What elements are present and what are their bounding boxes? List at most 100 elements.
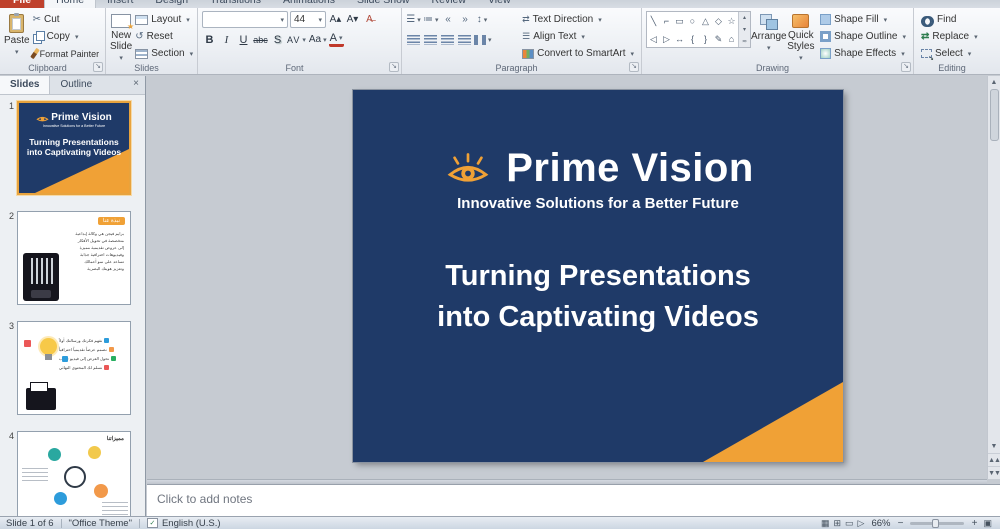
- convert-to-smartart-button[interactable]: Convert to SmartArt: [519, 45, 637, 62]
- shape-double-arrow-icon[interactable]: ↔: [673, 30, 686, 48]
- tab-file[interactable]: File: [0, 0, 45, 8]
- reset-button[interactable]: ↺ Reset: [132, 28, 196, 45]
- decrease-indent-button[interactable]: «: [441, 11, 456, 28]
- increase-indent-button[interactable]: »: [458, 11, 473, 28]
- format-painter-button[interactable]: Format Painter: [29, 45, 103, 62]
- reading-view-button[interactable]: ▭: [845, 518, 854, 529]
- slide-thumbnail-4[interactable]: 4 مميزاتنا: [0, 431, 145, 516]
- font-color-button[interactable]: A: [328, 32, 344, 47]
- previous-slide-button[interactable]: ▲▲: [988, 453, 1000, 466]
- vertical-scrollbar[interactable]: ▲ ▼ ▲▲ ▼▼: [987, 76, 1000, 479]
- tab-slides-thumbnails[interactable]: Slides: [0, 76, 51, 94]
- shape-triangle-icon[interactable]: △: [699, 12, 712, 30]
- zoom-out-button[interactable]: −: [895, 518, 905, 529]
- shapes-gallery[interactable]: ╲ ⌐ ▭ ○ △ ◇ ☆ ◁ ▷ ↔ { } ✎ ⌂ ▴ ▾ ≂: [646, 11, 751, 48]
- thumbnail-slide-1[interactable]: Prime Vision Innovative Solutions for a …: [17, 101, 131, 195]
- shape-rectangle-icon[interactable]: ▭: [673, 12, 686, 30]
- shape-brace-left-icon[interactable]: {: [686, 30, 699, 48]
- drawing-dialog-launcher[interactable]: ↘: [901, 62, 911, 72]
- shape-outline-button[interactable]: Shape Outline: [817, 28, 909, 45]
- close-panel-button[interactable]: ×: [127, 76, 145, 94]
- shape-arrow-left-icon[interactable]: ◁: [647, 30, 660, 48]
- slide-thumbnail-2[interactable]: 2 نبذة عنا برايم فيجن هي وكالة إبداعية م…: [0, 211, 145, 305]
- font-name-combo[interactable]: ▾: [202, 11, 288, 28]
- grow-font-button[interactable]: A▴: [328, 11, 343, 28]
- paragraph-dialog-launcher[interactable]: ↘: [629, 62, 639, 72]
- tab-animations[interactable]: Animations: [272, 0, 346, 8]
- arrange-button[interactable]: Arrange: [751, 11, 787, 64]
- tab-insert[interactable]: Insert: [96, 0, 144, 8]
- layout-button[interactable]: Layout: [132, 11, 196, 28]
- tab-view[interactable]: View: [477, 0, 522, 8]
- slide-title[interactable]: Turning Presentations into Captivating V…: [437, 256, 759, 338]
- tab-review[interactable]: Review: [421, 0, 477, 8]
- bullets-button[interactable]: ☰: [406, 11, 421, 28]
- character-spacing-button[interactable]: AV: [287, 31, 307, 48]
- bold-button[interactable]: B: [202, 31, 217, 48]
- justify-button[interactable]: [457, 31, 472, 48]
- shape-diamond-icon[interactable]: ◇: [712, 12, 725, 30]
- notes-pane[interactable]: Click to add notes: [147, 484, 1000, 516]
- shape-fill-button[interactable]: Shape Fill: [817, 11, 909, 28]
- fit-to-window-button[interactable]: ▣: [983, 518, 992, 529]
- text-shadow-button[interactable]: S: [270, 31, 285, 48]
- next-slide-button[interactable]: ▼▼: [988, 466, 1000, 479]
- shape-freeform-icon[interactable]: ✎: [712, 30, 725, 48]
- thumbnail-slide-4[interactable]: مميزاتنا: [17, 431, 131, 516]
- replace-button[interactable]: ⇄ Replace: [918, 28, 981, 45]
- quick-styles-button[interactable]: Quick Styles: [787, 11, 816, 64]
- shape-effects-button[interactable]: Shape Effects: [817, 45, 909, 62]
- line-spacing-button[interactable]: ↕: [475, 11, 490, 28]
- slide-sorter-view-button[interactable]: ⊞: [833, 518, 841, 529]
- shape-star-icon[interactable]: ☆: [725, 12, 738, 30]
- shape-brace-right-icon[interactable]: }: [699, 30, 712, 48]
- scroll-up-icon[interactable]: ▲: [988, 76, 1000, 89]
- italic-button[interactable]: I: [219, 31, 234, 48]
- font-size-combo[interactable]: 44 ▾: [290, 11, 326, 28]
- select-button[interactable]: Select: [918, 45, 981, 62]
- scroll-down-icon[interactable]: ▼: [988, 440, 1000, 453]
- language-indicator[interactable]: English (U.S.): [162, 518, 221, 529]
- find-button[interactable]: Find: [918, 11, 981, 28]
- zoom-slider-thumb[interactable]: [932, 518, 940, 528]
- shapes-gallery-scroll[interactable]: ▴ ▾ ≂: [738, 12, 750, 47]
- clipboard-dialog-launcher[interactable]: ↘: [93, 62, 103, 72]
- shape-line-icon[interactable]: ╲: [647, 12, 660, 30]
- tab-design[interactable]: Design: [144, 0, 199, 8]
- cut-button[interactable]: ✂ Cut: [30, 11, 103, 28]
- new-slide-button[interactable]: New Slide: [110, 11, 134, 64]
- clear-formatting-button[interactable]: A̶: [362, 11, 377, 28]
- gallery-more-icon[interactable]: ≂: [739, 36, 750, 48]
- theme-name[interactable]: "Office Theme": [69, 518, 132, 529]
- align-center-button[interactable]: [423, 31, 438, 48]
- zoom-in-button[interactable]: +: [969, 518, 979, 529]
- scrollbar-thumb[interactable]: [989, 89, 999, 141]
- align-left-button[interactable]: [406, 31, 421, 48]
- slide-thumbnail-3[interactable]: 3 نفهم فكرتك ورسالتك أولاً نصمم عرضاً تق…: [0, 321, 145, 415]
- gallery-down-icon[interactable]: ▾: [739, 24, 750, 36]
- zoom-slider[interactable]: [910, 518, 965, 528]
- columns-button[interactable]: [474, 31, 492, 48]
- slide-show-button[interactable]: ▷: [858, 518, 865, 529]
- tab-slide-show[interactable]: Slide Show: [346, 0, 421, 8]
- thumbnail-slide-3[interactable]: نفهم فكرتك ورسالتك أولاً نصمم عرضاً تقدي…: [17, 321, 131, 415]
- numbering-button[interactable]: ≔: [423, 11, 439, 28]
- font-dialog-launcher[interactable]: ↘: [389, 62, 399, 72]
- align-right-button[interactable]: [440, 31, 455, 48]
- gallery-up-icon[interactable]: ▴: [739, 12, 750, 24]
- paste-button[interactable]: Paste: [4, 11, 30, 64]
- shape-arrow-right-icon[interactable]: ▷: [660, 30, 673, 48]
- slide-canvas[interactable]: Prime Vision Innovative Solutions for a …: [353, 90, 843, 462]
- shape-home-icon[interactable]: ⌂: [725, 30, 738, 48]
- tab-outline[interactable]: Outline: [50, 76, 102, 94]
- change-case-button[interactable]: Aa: [309, 31, 327, 48]
- thumbnail-slide-2[interactable]: نبذة عنا برايم فيجن هي وكالة إبداعية متخ…: [17, 211, 131, 305]
- tab-home[interactable]: Home: [44, 0, 97, 8]
- align-text-button[interactable]: ☰ Align Text: [519, 28, 637, 45]
- section-button[interactable]: Section: [132, 45, 196, 62]
- strikethrough-button[interactable]: abc: [253, 31, 268, 48]
- shrink-font-button[interactable]: A▾: [345, 11, 360, 28]
- shape-elbow-icon[interactable]: ⌐: [660, 12, 673, 30]
- normal-view-button[interactable]: ▦: [821, 518, 830, 529]
- tab-transitions[interactable]: Transitions: [199, 0, 272, 8]
